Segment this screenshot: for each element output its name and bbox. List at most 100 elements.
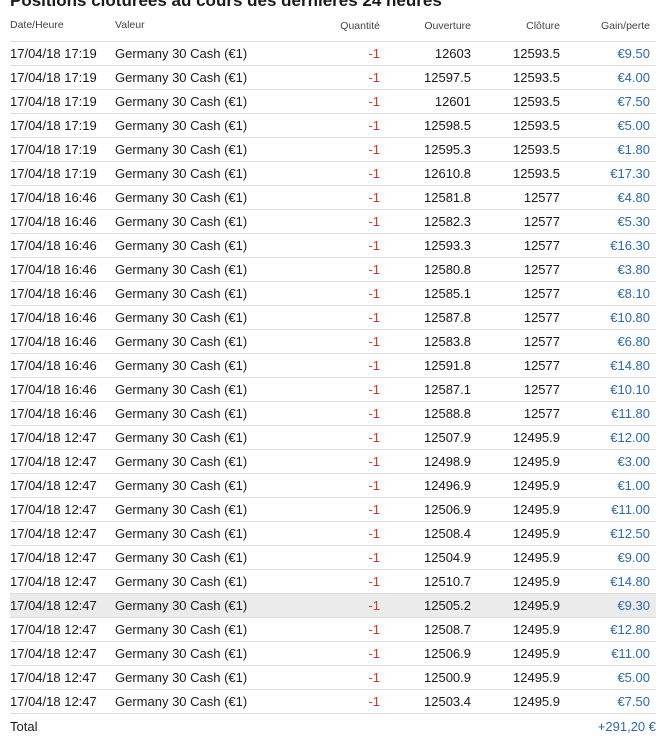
cell-gain: €11.80 (611, 406, 650, 421)
cell-quantite: -1 (368, 382, 380, 397)
cell-cloture: 12593.5 (513, 46, 560, 61)
table-row[interactable]: 17/04/18 12:47 Germany 30 Cash (€1) -1 1250… (10, 498, 656, 522)
cell-ouverture: 12506.9 (424, 502, 471, 517)
total-value: +291,20 € (597, 718, 656, 734)
cell-cloture: 12495.9 (513, 502, 560, 517)
table-row[interactable]: 17/04/18 17:19 Germany 30 Cash (€1) -1 1260… (10, 90, 656, 114)
col-header-gain[interactable]: Gain/perte (560, 19, 650, 32)
table-row[interactable]: 17/04/18 16:46 Germany 30 Cash (€1) -1 1259… (10, 234, 656, 258)
table-row[interactable]: 17/04/18 12:47 Germany 30 Cash (€1) -1 1250… (10, 594, 656, 618)
cell-date: 17/04/18 16:46 (10, 262, 97, 277)
cell-quantite: -1 (368, 262, 380, 277)
table-row[interactable]: 17/04/18 12:47 Germany 30 Cash (€1) -1 1250… (10, 618, 656, 642)
table-row[interactable]: 17/04/18 16:46 Germany 30 Cash (€1) -1 1258… (10, 330, 656, 354)
cell-quantite: -1 (368, 142, 380, 157)
cell-date: 17/04/18 17:19 (10, 118, 97, 133)
cell-cloture: 12495.9 (513, 646, 560, 661)
cell-date: 17/04/18 12:47 (10, 550, 97, 565)
table-body: 17/04/18 17:19 Germany 30 Cash (€1) -1 1260… (10, 41, 656, 714)
cell-date: 17/04/18 16:46 (10, 310, 97, 325)
table-row[interactable]: 17/04/18 16:46 Germany 30 Cash (€1) -1 1258… (10, 258, 656, 282)
cell-valeur: Germany 30 Cash (€1) (115, 214, 248, 229)
cell-ouverture: 12593.3 (424, 238, 471, 253)
cell-cloture: 12577 (523, 262, 560, 277)
table-row[interactable]: 17/04/18 16:46 Germany 30 Cash (€1) -1 1258… (10, 378, 656, 402)
cell-gain: €9.30 (617, 598, 650, 613)
cell-quantite: -1 (368, 214, 380, 229)
cell-ouverture: 12580.8 (424, 262, 471, 277)
table-row[interactable]: 17/04/18 12:47 Germany 30 Cash (€1) -1 1250… (10, 642, 656, 666)
col-header-ouverture[interactable]: Ouverture (380, 19, 471, 32)
cell-quantite: -1 (368, 430, 380, 445)
cell-date: 17/04/18 12:47 (10, 430, 97, 445)
cell-valeur: Germany 30 Cash (€1) (115, 382, 248, 397)
cell-date: 17/04/18 16:46 (10, 238, 97, 253)
cell-valeur: Germany 30 Cash (€1) (115, 118, 248, 133)
cell-date: 17/04/18 12:47 (10, 502, 97, 517)
cell-quantite: -1 (368, 694, 380, 709)
cell-ouverture: 12591.8 (424, 358, 471, 373)
table-row[interactable]: 17/04/18 16:46 Germany 30 Cash (€1) -1 1258… (10, 402, 656, 426)
cell-cloture: 12577 (523, 358, 560, 373)
cell-cloture: 12495.9 (513, 622, 560, 637)
cell-quantite: -1 (368, 190, 380, 205)
cell-valeur: Germany 30 Cash (€1) (115, 334, 248, 349)
closed-positions-table: Date/Heure Valeur Quantité Ouverture Clô… (10, 19, 656, 738)
table-row[interactable]: 17/04/18 12:47 Germany 30 Cash (€1) -1 1250… (10, 522, 656, 546)
cell-valeur: Germany 30 Cash (€1) (115, 310, 248, 325)
col-header-date[interactable]: Date/Heure (10, 19, 115, 31)
cell-valeur: Germany 30 Cash (€1) (115, 142, 248, 157)
table-row[interactable]: 17/04/18 17:19 Germany 30 Cash (€1) -1 1259… (10, 66, 656, 90)
table-row[interactable]: 17/04/18 16:46 Germany 30 Cash (€1) -1 1259… (10, 354, 656, 378)
cell-ouverture: 12581.8 (424, 190, 471, 205)
cell-quantite: -1 (368, 598, 380, 613)
cell-ouverture: 12587.8 (424, 310, 471, 325)
table-row[interactable]: 17/04/18 12:47 Germany 30 Cash (€1) -1 1249… (10, 474, 656, 498)
col-header-quantite[interactable]: Quantité (335, 19, 380, 32)
cell-valeur: Germany 30 Cash (€1) (115, 166, 248, 181)
cell-quantite: -1 (368, 454, 380, 469)
cell-date: 17/04/18 17:19 (10, 166, 97, 181)
cell-valeur: Germany 30 Cash (€1) (115, 550, 248, 565)
cell-cloture: 12593.5 (513, 70, 560, 85)
cell-ouverture: 12504.9 (424, 550, 471, 565)
cell-date: 17/04/18 12:47 (10, 646, 97, 661)
cell-cloture: 12577 (523, 310, 560, 325)
cell-cloture: 12593.5 (513, 166, 560, 181)
table-row[interactable]: 17/04/18 12:47 Germany 30 Cash (€1) -1 1251… (10, 570, 656, 594)
table-row[interactable]: 17/04/18 12:47 Germany 30 Cash (€1) -1 1250… (10, 690, 656, 714)
cell-ouverture: 12587.1 (424, 382, 471, 397)
col-header-cloture[interactable]: Clôture (471, 19, 560, 32)
cell-cloture: 12593.5 (513, 94, 560, 109)
cell-gain: €7.50 (617, 694, 650, 709)
cell-valeur: Germany 30 Cash (€1) (115, 406, 248, 421)
table-row[interactable]: 17/04/18 12:47 Germany 30 Cash (€1) -1 1250… (10, 666, 656, 690)
table-row[interactable]: 17/04/18 16:46 Germany 30 Cash (€1) -1 1258… (10, 306, 656, 330)
cell-valeur: Germany 30 Cash (€1) (115, 526, 248, 541)
cell-quantite: -1 (368, 94, 380, 109)
cell-gain: €12.00 (610, 430, 650, 445)
table-row[interactable]: 17/04/18 16:46 Germany 30 Cash (€1) -1 1258… (10, 210, 656, 234)
cell-quantite: -1 (368, 622, 380, 637)
cell-valeur: Germany 30 Cash (€1) (115, 358, 248, 373)
table-row[interactable]: 17/04/18 17:19 Germany 30 Cash (€1) -1 1261… (10, 162, 656, 186)
table-row[interactable]: 17/04/18 12:47 Germany 30 Cash (€1) -1 1249… (10, 450, 656, 474)
cell-gain: €6.80 (617, 334, 650, 349)
table-row[interactable]: 17/04/18 17:19 Germany 30 Cash (€1) -1 1259… (10, 138, 656, 162)
cell-ouverture: 12603 (434, 46, 471, 61)
table-row[interactable]: 17/04/18 12:47 Germany 30 Cash (€1) -1 1250… (10, 426, 656, 450)
cell-valeur: Germany 30 Cash (€1) (115, 574, 248, 589)
col-header-valeur[interactable]: Valeur (115, 19, 335, 31)
table-row[interactable]: 17/04/18 17:19 Germany 30 Cash (€1) -1 1260… (10, 41, 656, 66)
table-row[interactable]: 17/04/18 17:19 Germany 30 Cash (€1) -1 1259… (10, 114, 656, 138)
cell-valeur: Germany 30 Cash (€1) (115, 262, 248, 277)
cell-ouverture: 12507.9 (424, 430, 471, 445)
cell-cloture: 12495.9 (513, 574, 560, 589)
cell-ouverture: 12597.5 (424, 70, 471, 85)
table-row[interactable]: 17/04/18 12:47 Germany 30 Cash (€1) -1 1250… (10, 546, 656, 570)
cell-date: 17/04/18 17:19 (10, 46, 97, 61)
cell-valeur: Germany 30 Cash (€1) (115, 286, 248, 301)
table-row[interactable]: 17/04/18 16:46 Germany 30 Cash (€1) -1 1258… (10, 186, 656, 210)
cell-gain: €12.80 (610, 622, 650, 637)
table-row[interactable]: 17/04/18 16:46 Germany 30 Cash (€1) -1 1258… (10, 282, 656, 306)
